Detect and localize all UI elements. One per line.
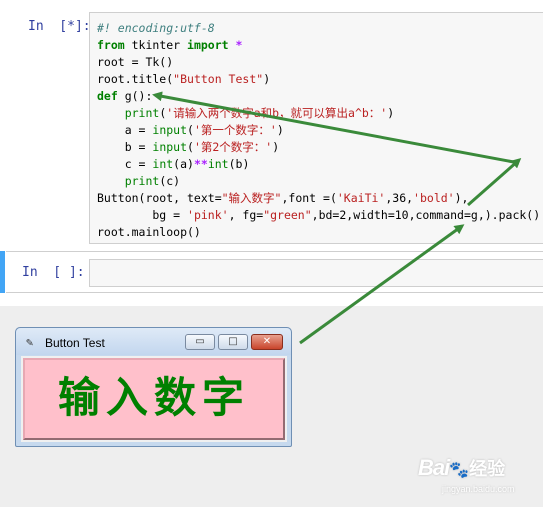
baidu-watermark: Bai🐾经验 [418,455,505,481]
code-line: bg = 'pink', fg="green",bd=2,width=10,co… [97,208,541,222]
code-line: root.title("Button Test") [97,72,271,86]
watermark-logo: Bai [418,455,450,480]
code-line: root = Tk() [97,55,174,69]
active-cell-indicator [0,251,5,293]
cell2-code-input[interactable] [89,259,543,287]
feather-icon: ✎ [26,335,34,349]
code-line: print('请输入两个数字a和b，就可以算出a^b：') [124,106,395,120]
code-line: c = int(a)**int(b) [97,157,250,171]
tk-titlebar[interactable]: ✎ Button Test ▭ □ ✕ [16,328,291,355]
watermark-url: jingyan.baidu.com [442,484,515,494]
cell2-prompt: In [ ]: [22,265,85,280]
paw-icon: 🐾 [449,462,470,479]
tk-window-title: Button Test [45,336,105,350]
code-line: def g(): [97,89,153,103]
code-line: from tkinter import * [97,38,243,52]
code-line: Button(root, text="输入数字",font =('KaiTi',… [97,191,469,205]
code-line: #! encoding:utf-8 [97,21,215,35]
close-icon: ✕ [262,336,272,347]
code-line: a = input('第一个数字：') [97,123,284,137]
maximize-button[interactable]: □ [218,334,248,350]
code-line: print(c) [124,174,181,188]
cell1-code[interactable]: #! encoding:utf-8 from tkinter import * ro… [97,20,540,241]
close-button[interactable]: ✕ [251,334,283,350]
minimize-icon: ▭ [195,336,205,347]
tk-client-area: 输入数字 [21,356,287,442]
code-line: root.mainloop() [97,225,201,239]
tk-window[interactable]: ✎ Button Test ▭ □ ✕ 输入数字 [15,327,292,447]
watermark-brand: 经验 [469,459,506,479]
maximize-icon: □ [228,336,238,347]
cell1-prompt: In [*]: [28,19,91,34]
code-line: b = input('第2个数字：') [97,140,280,154]
minimize-button[interactable]: ▭ [185,334,215,350]
input-number-button[interactable]: 输入数字 [23,358,285,440]
